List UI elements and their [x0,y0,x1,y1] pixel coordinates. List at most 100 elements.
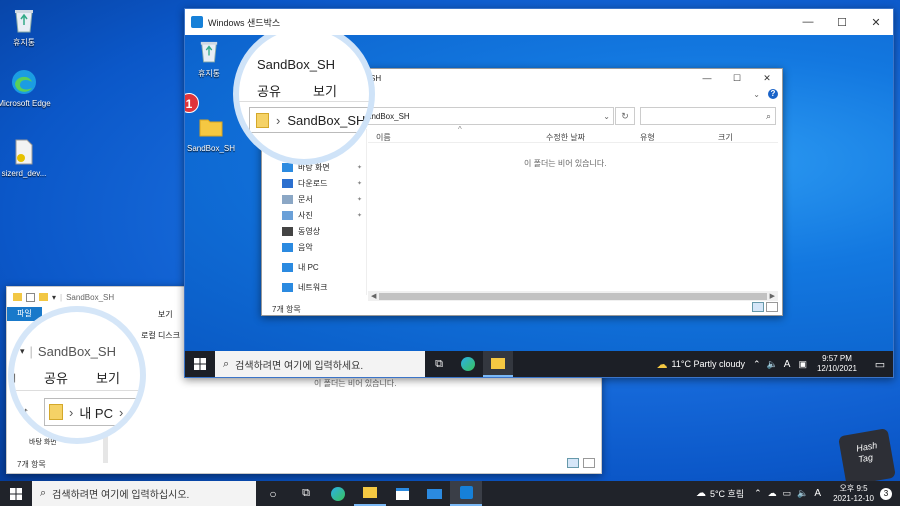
mag-tab-share: 공유 [44,371,68,386]
clock-date: 2021-12-10 [833,493,874,503]
nav-item[interactable]: 네트워크 [262,279,366,295]
maximize-button[interactable]: ☐ [825,9,859,35]
column-header: 이름 ^ 수정한 날짜 유형 크기 [368,125,778,143]
weather-icon: ☁ [695,488,706,499]
clock-time: 오후 9:5 [839,483,868,493]
mail-taskbar-icon[interactable] [418,481,450,506]
volume-icon[interactable]: 🔈 [767,359,778,370]
mag-titlebar: ▾ | SandBox_SH [20,344,116,359]
nav-item-label: 동영상 [298,226,321,236]
large-icons-view-icon[interactable] [766,302,778,312]
mag-address-bar: › 내 PC › [44,398,140,426]
close-button[interactable]: ✕ [859,9,893,35]
sort-ascending-icon: ^ [458,125,462,134]
start-button[interactable] [185,351,215,377]
properties-icon[interactable] [26,292,35,302]
details-view-icon[interactable] [567,458,579,468]
nav-item[interactable]: 사진 ✦ [262,207,366,223]
pin-icon: ✦ [356,212,362,219]
file-explorer-taskbar-icon[interactable] [483,351,513,377]
search-box[interactable]: ⌕ [640,107,776,125]
folder-icon [13,293,22,301]
weather-icon: ☁ [656,358,668,371]
large-icons-view-icon[interactable] [583,458,595,468]
minimize-button[interactable]: — [692,69,722,87]
edge-taskbar-icon[interactable] [322,481,354,506]
ime-indicator[interactable]: A [784,359,791,370]
mag-window-title: SandBox_SH [37,344,116,359]
nav-item[interactable]: 문서 ✦ [262,191,366,207]
download-icon [282,178,293,188]
notification-icon[interactable]: ▭ [867,351,893,377]
details-view-icon[interactable] [752,302,764,312]
ime-indicator[interactable]: A [814,488,821,499]
address-dropdown-icon[interactable]: ⌄ [603,112,613,121]
desktop-icon-label: 휴지통 [197,69,221,78]
host-taskbar: ⌕ 검색하려면 여기에 입력하십시오. ○ ⧉ ☁ 5°C 흐림 ⌃ ☁ ▭ 🔈… [0,481,900,506]
maximize-button[interactable]: ☐ [722,69,752,87]
desktop-icon-label: SandBox_SH [186,144,236,153]
clock-date: 12/10/2021 [816,364,857,373]
network-icon[interactable]: ▭ [783,488,792,499]
empty-folder-text: 이 폴더는 비어 있습니다. [314,379,397,388]
desktop-icon-recycle-bin[interactable]: 휴지통 [0,6,54,48]
video-icon [282,226,293,236]
scroll-right-icon[interactable]: ▶ [767,292,778,300]
host-clock[interactable]: 오후 9:5 2021-12-10 [833,484,874,504]
scroll-left-icon[interactable]: ◀ [368,292,379,300]
mag-address-bar: › SandBox_SH [249,107,369,133]
desktop-icon-file[interactable]: sizerd_dev... [0,138,54,178]
tray-chevron-icon[interactable]: ⌃ [754,488,762,499]
column-date-modified[interactable]: 수정한 날짜 [546,132,585,143]
keyboard-icon[interactable]: ▣ [798,359,807,370]
task-view-icon[interactable]: ⧉ [425,351,453,377]
nav-item[interactable]: 다운로드 ✦ [262,175,366,191]
sandbox-icon-recycle-bin[interactable]: 휴지통 [185,37,239,79]
file-explorer-taskbar-icon[interactable] [354,481,386,506]
pin-icon: ✦ [356,196,362,203]
sandbox-window: Windows 샌드박스 — ☐ ✕ 휴지통 SandBox_SH 1 SH —… [184,8,894,378]
refresh-button[interactable]: ↻ [615,107,635,125]
help-icon[interactable]: ? [768,89,778,99]
sandbox-icon-folder[interactable]: SandBox_SH [185,113,241,153]
volume-icon[interactable]: 🔈 [797,488,808,499]
edge-icon [10,68,38,96]
host-search-box[interactable]: ⌕ 검색하려면 여기에 입력하십시오. [32,481,256,506]
sandbox-titlebar: Windows 샌드박스 — ☐ ✕ [185,9,893,35]
tab-view[interactable]: 보기 [148,309,183,320]
address-bar[interactable]: andBox_SH ⌄ [362,107,614,125]
sandbox-clock[interactable]: 9:57 PM 12/10/2021 [817,354,857,374]
tray-chevron-icon[interactable]: ⌃ [753,359,761,370]
column-name[interactable]: 이름 [376,132,391,143]
onedrive-icon[interactable]: ☁ [768,488,777,499]
notification-count-badge[interactable]: 3 [880,487,892,500]
weather-text[interactable]: 5°C 흐림 [710,487,744,500]
cortana-icon[interactable]: ○ [256,481,290,506]
start-button[interactable] [0,481,32,506]
weather-text[interactable]: 11°C Partly cloudy [672,359,745,369]
column-size[interactable]: 크기 [718,132,733,143]
edge-taskbar-icon[interactable] [453,351,483,377]
column-type[interactable]: 유형 [640,132,655,143]
nav-item[interactable]: 음악 [262,239,366,255]
windows-logo-icon [194,358,206,370]
minimize-button[interactable]: — [791,9,825,35]
sandbox-taskbar: ⌕ 검색하려면 여기에 입력하세요. ⧉ ☁ 11°C Partly cloud… [185,351,893,377]
address-segment[interactable]: 로컬 디스크 [141,330,180,341]
nav-item[interactable]: 동영상 [262,223,366,239]
task-view-icon[interactable]: ⧉ [290,481,322,506]
horizontal-scrollbar[interactable]: ◀ ▶ [368,291,778,301]
store-taskbar-icon[interactable] [386,481,418,506]
nav-item[interactable]: 내 PC [262,259,366,275]
folder-icon [256,112,269,128]
step-badge: 1 [185,93,199,113]
sandbox-taskbar-icon[interactable] [450,481,482,506]
desktop-icon-label: 휴지통 [12,38,36,47]
sandbox-search-box[interactable]: ⌕ 검색하려면 여기에 입력하세요. [215,351,425,377]
close-button[interactable]: ✕ [752,69,782,87]
nav-item-label: 내 PC [298,262,319,272]
qat-dropdown-icon[interactable]: ▾ [52,293,56,302]
mag-path-segment: 내 PC [79,405,113,421]
desktop-icon-edge[interactable]: Microsoft Edge [0,68,54,109]
ribbon-expand-icon[interactable]: ⌄ [753,90,760,99]
